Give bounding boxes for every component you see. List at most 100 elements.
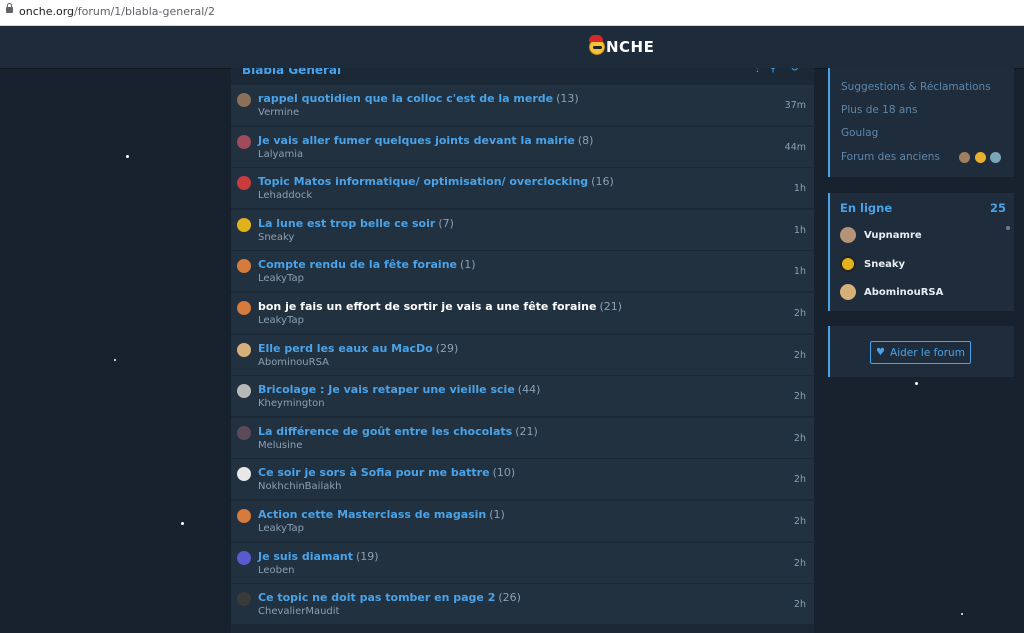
topic-row[interactable]: Compte rendu de la fête foraine (1) LeakyT… <box>231 251 814 291</box>
author-avatar[interactable] <box>237 218 251 232</box>
lock-icon[interactable] <box>6 3 13 15</box>
topic-title: bon je fais un effort de sortir je vais … <box>258 300 622 313</box>
topic-author[interactable]: LeakyTap <box>258 273 304 284</box>
author-avatar[interactable] <box>237 592 251 606</box>
author-avatar[interactable] <box>237 467 251 481</box>
user-avatar <box>840 227 856 243</box>
topic-author[interactable]: Sneaky <box>258 232 294 243</box>
author-avatar[interactable] <box>237 509 251 523</box>
topic-title: La lune est trop belle ce soir (7) <box>258 217 454 230</box>
author-avatar[interactable] <box>237 551 251 565</box>
reply-count: (29) <box>435 342 459 355</box>
online-user[interactable]: AbominouRSA <box>840 283 943 301</box>
topic-title-link[interactable]: Ce topic ne doit pas tomber en page 2 <box>258 591 495 604</box>
url-text[interactable]: onche.org/forum/1/blabla-general/2 <box>19 5 215 18</box>
author-avatar[interactable] <box>237 384 251 398</box>
star-decoration <box>915 382 918 385</box>
url-path: /forum/1/blabla-general/2 <box>74 5 216 18</box>
more-options-icon[interactable]: ⋮ <box>752 68 763 74</box>
topic-title-link[interactable]: Elle perd les eaux au MacDo <box>258 342 433 355</box>
topic-title-link[interactable]: Topic Matos informatique/ optimisation/ … <box>258 175 588 188</box>
topic-author[interactable]: Melusine <box>258 440 302 451</box>
member-avatar[interactable] <box>975 152 986 163</box>
topic-row[interactable]: La lune est trop belle ce soir (7) Sneaky 1… <box>231 210 814 250</box>
topic-author[interactable]: LeakyTap <box>258 523 304 534</box>
topic-title-link[interactable]: Action cette Masterclass de magasin <box>258 508 486 521</box>
search-icon[interactable]: ⚲ <box>769 68 777 74</box>
last-post-time: 2h <box>793 391 806 402</box>
topic-author[interactable]: LeakyTap <box>258 315 304 326</box>
category-link-18plus[interactable]: Plus de 18 ans <box>841 104 917 116</box>
topic-author[interactable]: Vermine <box>258 107 299 118</box>
logo-text: NCHE <box>606 38 655 56</box>
reply-count: (10) <box>492 466 516 479</box>
author-avatar[interactable] <box>237 259 251 273</box>
author-avatar[interactable] <box>237 135 251 149</box>
last-post-time: 2h <box>793 599 806 610</box>
address-bar[interactable]: onche.org/forum/1/blabla-general/2 <box>0 0 1024 26</box>
refresh-icon[interactable]: ↻ <box>790 68 799 74</box>
reply-count: (1) <box>489 508 505 521</box>
category-link-anciens[interactable]: Forum des anciens <box>841 151 940 163</box>
star-decoration <box>961 613 963 615</box>
topic-author[interactable]: Lalyamia <box>258 149 303 160</box>
topic-title-link[interactable]: bon je fais un effort de sortir je vais … <box>258 300 596 313</box>
topic-title-link[interactable]: Bricolage : Je vais retaper une vieille … <box>258 383 515 396</box>
author-avatar[interactable] <box>237 176 251 190</box>
forum-header: Blabla Général ⋮ ⚲ ↻ <box>231 68 814 78</box>
topic-author[interactable]: NokhchinBailakh <box>258 481 341 492</box>
last-post-time: 37m <box>784 100 806 111</box>
topic-author[interactable]: ChevalierMaudit <box>258 606 339 617</box>
topic-title: Ce soir je sors à Sofia pour me battre (1… <box>258 466 515 479</box>
online-user[interactable]: Vupnamre <box>840 226 922 244</box>
author-avatar[interactable] <box>237 93 251 107</box>
topic-author[interactable]: Leoben <box>258 565 295 576</box>
help-panel: ♥ Aider le forum <box>828 326 1014 377</box>
topic-row[interactable]: bon je fais un effort de sortir je vais … <box>231 293 814 333</box>
category-link-goulag[interactable]: Goulag <box>841 127 878 139</box>
last-post-time: 1h <box>793 183 806 194</box>
topic-title-link[interactable]: Je vais aller fumer quelques joints deva… <box>258 134 575 147</box>
reply-count: (44) <box>517 383 541 396</box>
topic-title-link[interactable]: Ce soir je sors à Sofia pour me battre <box>258 466 490 479</box>
topic-row[interactable]: Je suis diamant (19) Leoben 2h <box>231 543 814 583</box>
online-user[interactable]: Sneaky <box>840 255 905 273</box>
member-avatar[interactable] <box>959 152 970 163</box>
topic-author[interactable]: AbominouRSA <box>258 357 329 368</box>
topic-title-link[interactable]: La lune est trop belle ce soir <box>258 217 435 230</box>
topic-title: Je vais aller fumer quelques joints deva… <box>258 134 593 147</box>
author-avatar[interactable] <box>237 426 251 440</box>
member-avatar[interactable] <box>990 152 1001 163</box>
topic-row[interactable]: Bricolage : Je vais retaper une vieille … <box>231 376 814 416</box>
topic-author[interactable]: Lehaddock <box>258 190 312 201</box>
online-users-panel: En ligne 25 Vupnamre Sneaky AbominouRSA <box>828 193 1014 311</box>
topic-row[interactable]: Action cette Masterclass de magasin (1) Le… <box>231 501 814 541</box>
scrollbar-thumb[interactable] <box>1006 226 1010 230</box>
topic-row[interactable]: La différence de goût entre les chocolat… <box>231 418 814 458</box>
online-username: Vupnamre <box>864 229 922 241</box>
topic-title-link[interactable]: La différence de goût entre les chocolat… <box>258 425 512 438</box>
last-post-time: 1h <box>793 266 806 277</box>
site-logo[interactable]: NCHE <box>589 35 655 57</box>
topic-row[interactable]: Elle perd les eaux au MacDo (29) AbominouR… <box>231 335 814 375</box>
category-link-suggestions[interactable]: Suggestions & Réclamations <box>841 81 991 93</box>
star-decoration <box>114 359 116 361</box>
topic-title: Bricolage : Je vais retaper une vieille … <box>258 383 540 396</box>
topic-row[interactable]: rappel quotidien que la colloc c'est de … <box>231 85 814 125</box>
forum-title[interactable]: Blabla Général <box>242 68 341 77</box>
reply-count: (1) <box>460 258 476 271</box>
help-forum-button[interactable]: ♥ Aider le forum <box>870 341 971 364</box>
author-avatar[interactable] <box>237 301 251 315</box>
topic-row[interactable]: Je vais aller fumer quelques joints deva… <box>231 127 814 167</box>
topic-title-link[interactable]: rappel quotidien que la colloc c'est de … <box>258 92 553 105</box>
topic-row[interactable]: Topic Matos informatique/ optimisation/ … <box>231 168 814 208</box>
author-avatar[interactable] <box>237 343 251 357</box>
last-post-time: 2h <box>793 558 806 569</box>
topic-row[interactable]: Ce soir je sors à Sofia pour me battre (1… <box>231 459 814 499</box>
last-post-time: 2h <box>793 350 806 361</box>
topic-author[interactable]: Kheymington <box>258 398 325 409</box>
topic-title: Je suis diamant (19) <box>258 550 379 563</box>
topic-row[interactable]: Ce topic ne doit pas tomber en page 2 (26… <box>231 584 814 624</box>
topic-title-link[interactable]: Compte rendu de la fête foraine <box>258 258 457 271</box>
topic-title-link[interactable]: Je suis diamant <box>258 550 353 563</box>
